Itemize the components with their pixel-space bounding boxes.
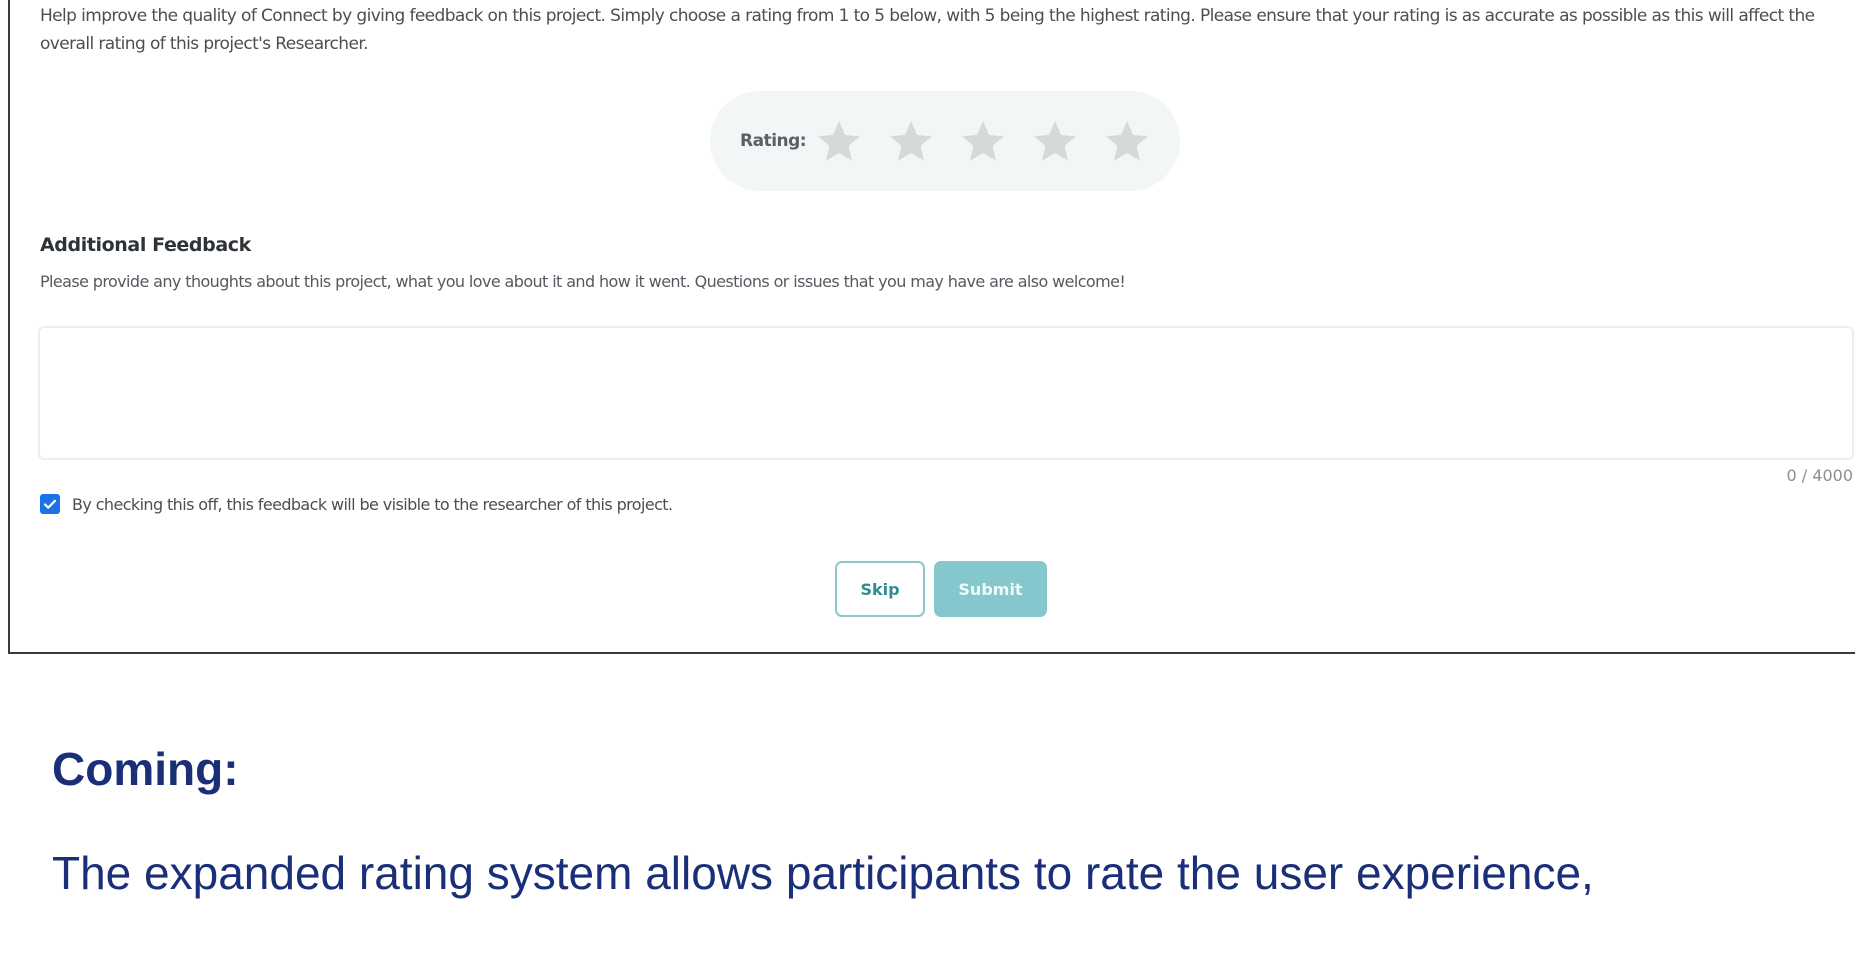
- rating-panel: Rating:: [710, 91, 1180, 191]
- slide-heading: Coming:: [52, 743, 239, 795]
- visibility-checkbox-label[interactable]: By checking this off, this feedback will…: [72, 495, 673, 514]
- star-1-icon[interactable]: [814, 116, 864, 166]
- star-4-icon[interactable]: [1030, 116, 1080, 166]
- star-5-icon[interactable]: [1102, 116, 1152, 166]
- feedback-intro-text: Help improve the quality of Connect by g…: [40, 6, 1815, 54]
- star-rating: [814, 116, 1152, 166]
- checkmark-icon: [43, 499, 57, 509]
- submit-button[interactable]: Submit: [934, 561, 1047, 617]
- rating-label: Rating:: [740, 131, 807, 151]
- visibility-checkbox[interactable]: [40, 494, 60, 514]
- character-counter: 0 / 4000: [1786, 466, 1853, 485]
- star-3-icon[interactable]: [958, 116, 1008, 166]
- slide-body-text: The expanded rating system allows partic…: [52, 847, 1594, 899]
- additional-feedback-title: Additional Feedback: [40, 234, 251, 256]
- visibility-option: By checking this off, this feedback will…: [40, 494, 673, 514]
- additional-feedback-description: Please provide any thoughts about this p…: [40, 272, 1126, 291]
- star-2-icon[interactable]: [886, 116, 936, 166]
- feedback-form-screenshot: Help improve the quality of Connect by g…: [8, 0, 1855, 654]
- skip-button[interactable]: Skip: [835, 561, 925, 617]
- feedback-textarea[interactable]: [38, 326, 1854, 460]
